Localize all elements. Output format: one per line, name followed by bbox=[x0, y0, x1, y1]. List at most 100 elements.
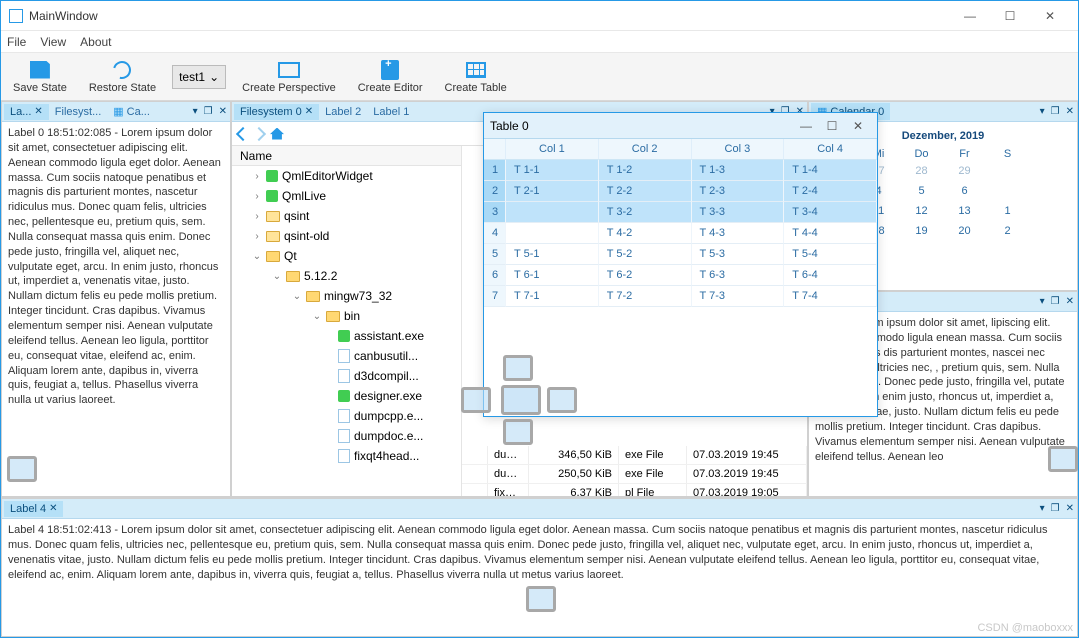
table-icon bbox=[466, 62, 486, 78]
close-icon[interactable]: ✕ bbox=[305, 106, 313, 117]
back-icon[interactable] bbox=[236, 126, 250, 140]
close-icon[interactable]: ✕ bbox=[34, 106, 42, 117]
editor-icon bbox=[381, 60, 399, 80]
maximize-button[interactable]: ☐ bbox=[990, 2, 1030, 30]
file-icon bbox=[338, 429, 350, 443]
app-icon bbox=[9, 9, 23, 23]
fs-tree[interactable]: Name ›QmlEditorWidget ›QmlLive ›qsint ›q… bbox=[232, 146, 462, 496]
forward-icon[interactable] bbox=[252, 126, 266, 140]
create-table-button[interactable]: Create Table bbox=[439, 58, 513, 96]
maximize-button[interactable]: ☐ bbox=[819, 116, 845, 136]
table-row[interactable]: 4T 4-2T 4-3T 4-4 bbox=[484, 223, 877, 244]
perspective-combo[interactable]: test1 ⌄ bbox=[172, 65, 226, 89]
create-table-label: Create Table bbox=[445, 82, 507, 94]
file-icon bbox=[338, 409, 350, 423]
save-state-button[interactable]: Save State bbox=[7, 58, 73, 96]
file-icon bbox=[338, 449, 350, 463]
panel-menu-button[interactable]: ▾ bbox=[1037, 106, 1048, 117]
table-row[interactable]: dumpcpp.e...346,50 KiBexe File07.03.2019… bbox=[462, 446, 807, 465]
qt-icon bbox=[338, 390, 350, 402]
tab-filesystem[interactable]: Filesyst... bbox=[49, 104, 107, 120]
save-state-label: Save State bbox=[13, 82, 67, 94]
file-icon bbox=[338, 349, 350, 363]
col-header[interactable]: Col 2 bbox=[599, 139, 692, 160]
tab-calendar[interactable]: ▦Ca... bbox=[107, 103, 156, 120]
tab-label2[interactable]: Label 2 bbox=[319, 104, 367, 120]
tree-item[interactable]: ⌄5.12.2 bbox=[232, 266, 461, 286]
tree-item[interactable]: ›QmlEditorWidget bbox=[232, 166, 461, 186]
tree-item[interactable]: ⌄Qt bbox=[232, 246, 461, 266]
create-editor-label: Create Editor bbox=[358, 82, 423, 94]
folder-icon bbox=[306, 291, 320, 302]
tree-item[interactable]: d3dcompil... bbox=[232, 366, 461, 386]
table-row[interactable]: 3T 3-2T 3-3T 3-4 bbox=[484, 202, 877, 223]
create-editor-button[interactable]: Create Editor bbox=[352, 58, 429, 96]
table-row[interactable]: 5T 5-1T 5-2T 5-3T 5-4 bbox=[484, 244, 877, 265]
col-header[interactable]: Col 4 bbox=[784, 139, 877, 160]
tree-item[interactable]: fixqt4head... bbox=[232, 446, 461, 466]
col-header[interactable]: Col 3 bbox=[692, 139, 785, 160]
panel-undock-button[interactable]: ❐ bbox=[1048, 503, 1063, 514]
panel-undock-button[interactable]: ❐ bbox=[1048, 296, 1063, 307]
close-button[interactable]: ✕ bbox=[1030, 2, 1070, 30]
floating-grid[interactable]: Col 1 Col 2 Col 3 Col 4 1T 1-1T 1-2T 1-3… bbox=[484, 139, 877, 416]
tab-label1[interactable]: Label 1 bbox=[367, 104, 415, 120]
restore-state-button[interactable]: Restore State bbox=[83, 58, 162, 96]
tree-item[interactable]: ⌄mingw73_32 bbox=[232, 286, 461, 306]
panel-undock-button[interactable]: ❐ bbox=[201, 106, 216, 117]
tab-label0[interactable]: La...✕ bbox=[4, 104, 49, 120]
floating-table-window[interactable]: Table 0 — ☐ ✕ Col 1 Col 2 Col 3 Col 4 1T… bbox=[483, 112, 878, 417]
tree-item[interactable]: ›qsint bbox=[232, 206, 461, 226]
tab-filesystem0[interactable]: Filesystem 0✕ bbox=[234, 104, 319, 120]
panel-menu-button[interactable]: ▾ bbox=[190, 106, 201, 117]
toolbar: Save State Restore State test1 ⌄ Create … bbox=[1, 53, 1078, 101]
table-row[interactable]: 1T 1-1T 1-2T 1-3T 1-4 bbox=[484, 160, 877, 181]
tree-item[interactable]: designer.exe bbox=[232, 386, 461, 406]
tab-label4[interactable]: Label 4✕ bbox=[4, 501, 63, 517]
create-perspective-button[interactable]: Create Perspective bbox=[236, 58, 342, 96]
titlebar: MainWindow — ☐ ✕ bbox=[1, 1, 1078, 31]
panel-close-button[interactable]: ✕ bbox=[1063, 106, 1077, 117]
home-icon[interactable] bbox=[270, 128, 284, 140]
save-icon bbox=[30, 61, 50, 79]
bottom-panel-tabs: Label 4✕ ▾ ❐ ✕ bbox=[2, 499, 1077, 519]
close-button[interactable]: ✕ bbox=[845, 116, 871, 136]
floating-titlebar[interactable]: Table 0 — ☐ ✕ bbox=[484, 113, 877, 139]
panel-undock-button[interactable]: ❐ bbox=[1048, 106, 1063, 117]
panel-menu-button[interactable]: ▾ bbox=[1037, 503, 1048, 514]
file-icon bbox=[338, 369, 350, 383]
qt-icon bbox=[338, 330, 350, 342]
menu-view[interactable]: View bbox=[40, 35, 66, 49]
watermark: CSDN @maoboxxx bbox=[977, 622, 1073, 634]
tree-item[interactable]: assistant.exe bbox=[232, 326, 461, 346]
panel-menu-button[interactable]: ▾ bbox=[1037, 296, 1048, 307]
table-row[interactable]: 7T 7-1T 7-2T 7-3T 7-4 bbox=[484, 286, 877, 307]
tree-item[interactable]: dumpcpp.e... bbox=[232, 406, 461, 426]
close-icon[interactable]: ✕ bbox=[49, 503, 57, 514]
tree-item[interactable]: ›QmlLive bbox=[232, 186, 461, 206]
label4-body: Label 4 18:51:02:413 - Lorem ipsum dolor… bbox=[2, 519, 1077, 636]
qt-icon bbox=[266, 170, 278, 182]
tree-item[interactable]: ›qsint-old bbox=[232, 226, 461, 246]
panel-close-button[interactable]: ✕ bbox=[1063, 503, 1077, 514]
folder-icon bbox=[266, 211, 280, 222]
tree-header-name: Name bbox=[240, 149, 272, 163]
tree-item[interactable]: dumpdoc.e... bbox=[232, 426, 461, 446]
minimize-button[interactable]: — bbox=[950, 2, 990, 30]
menubar: File View About bbox=[1, 31, 1078, 53]
panel-close-button[interactable]: ✕ bbox=[1063, 296, 1077, 307]
tree-item[interactable]: ⌄bin bbox=[232, 306, 461, 326]
table-row[interactable]: dumpdoc.e...250,50 KiBexe File07.03.2019… bbox=[462, 465, 807, 484]
minimize-button[interactable]: — bbox=[793, 116, 819, 136]
menu-about[interactable]: About bbox=[80, 35, 111, 49]
col-header[interactable]: Col 1 bbox=[506, 139, 599, 160]
restore-state-label: Restore State bbox=[89, 82, 156, 94]
folder-icon bbox=[286, 271, 300, 282]
table-row[interactable]: 2T 2-1T 2-2T 2-3T 2-4 bbox=[484, 181, 877, 202]
tree-item[interactable]: canbusutil... bbox=[232, 346, 461, 366]
table-row[interactable]: fixqt4head...6,37 KiBpl File07.03.2019 1… bbox=[462, 484, 807, 496]
qt-icon bbox=[266, 190, 278, 202]
panel-close-button[interactable]: ✕ bbox=[216, 106, 230, 117]
table-row[interactable]: 6T 6-1T 6-2T 6-3T 6-4 bbox=[484, 265, 877, 286]
menu-file[interactable]: File bbox=[7, 35, 26, 49]
